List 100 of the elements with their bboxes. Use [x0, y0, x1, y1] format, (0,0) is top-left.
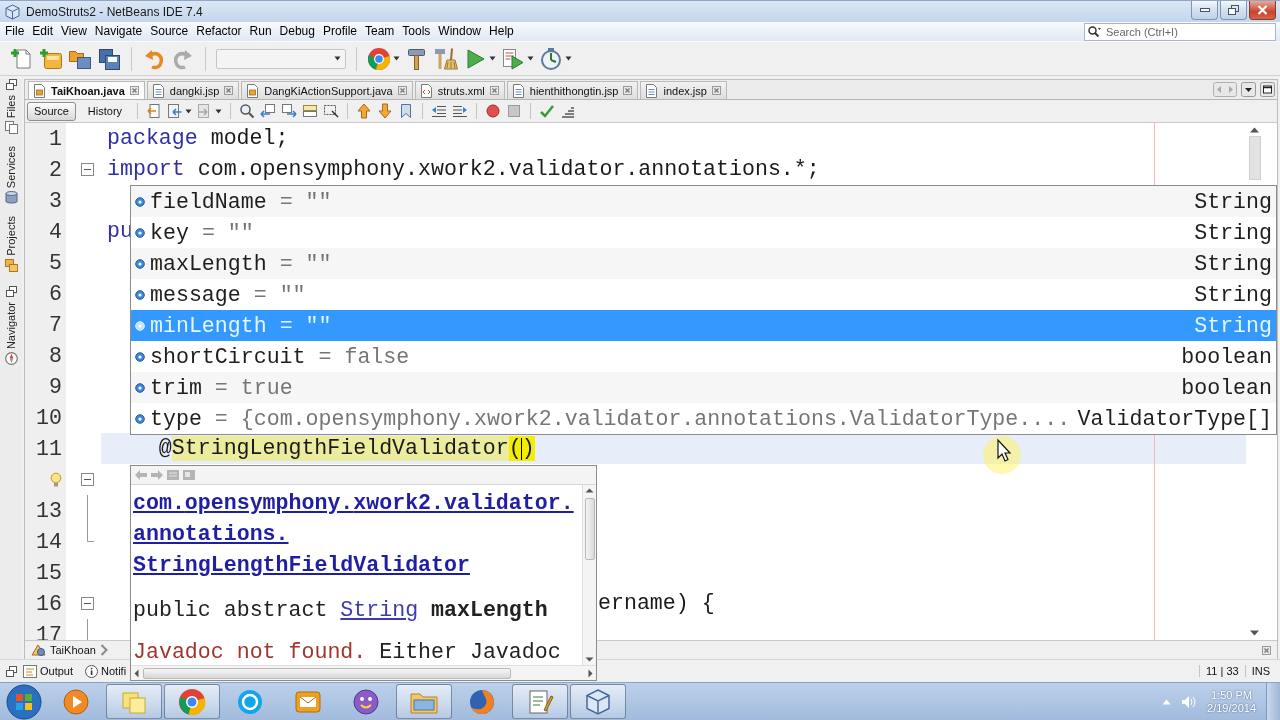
side-panel-tab[interactable]: Services	[4, 146, 18, 205]
menu-item[interactable]: Help	[485, 22, 518, 41]
completion-item[interactable]: trim = true boolean	[131, 372, 1276, 403]
compass-icon[interactable]	[4, 352, 18, 366]
menu-item[interactable]: File	[1, 22, 29, 41]
file-icon	[151, 83, 165, 98]
taskbar-button[interactable]	[106, 684, 162, 719]
view-tab[interactable]: Source	[27, 101, 76, 121]
attribute-type: ValidatorType[]	[1077, 406, 1272, 431]
find-previous-icon[interactable]	[260, 103, 277, 119]
menu-item[interactable]: View	[57, 22, 91, 41]
type-link[interactable]: String	[340, 598, 419, 622]
folders-icon[interactable]	[4, 259, 18, 273]
database-icon[interactable]	[4, 191, 18, 205]
view-tab[interactable]: History	[80, 101, 130, 121]
arrow-up-icon[interactable]	[356, 103, 373, 119]
start-orb-icon[interactable]	[6, 683, 42, 720]
scroll-up-icon[interactable]	[585, 488, 594, 493]
collapse-icon[interactable]	[81, 597, 94, 610]
stopwatch-icon[interactable]	[539, 46, 563, 71]
search-icon[interactable]	[239, 103, 256, 119]
restore-icon[interactable]	[5, 79, 17, 90]
editor-tab[interactable]: TaiKhoan.java	[28, 81, 145, 99]
record-icon[interactable]	[485, 103, 502, 119]
back-icon[interactable]	[167, 103, 184, 119]
menu-item[interactable]: Tools	[398, 22, 435, 41]
code-keyword: package	[107, 126, 198, 151]
box-plus-icon[interactable]	[39, 46, 63, 71]
dropdown-icon[interactable]	[1241, 82, 1256, 97]
editor-tab[interactable]: dangki.jsp	[146, 81, 240, 99]
close-icon[interactable]	[489, 86, 499, 95]
dropdown-caret-icon[interactable]	[215, 108, 223, 114]
close-icon[interactable]	[129, 86, 139, 95]
dropdown-caret-icon[interactable]	[393, 56, 400, 61]
editor-tab[interactable]: struts.xml	[414, 81, 505, 99]
menu-item[interactable]: Navigate	[90, 22, 147, 41]
close-button[interactable]	[1249, 1, 1276, 20]
menu-item[interactable]: Debug	[275, 22, 319, 41]
completion-item[interactable]: maxLength = "" String	[131, 248, 1276, 279]
dropdown-caret-icon[interactable]	[527, 56, 534, 61]
close-icon[interactable]	[397, 86, 407, 95]
side-panel-tab[interactable]: Projects	[4, 216, 18, 273]
text-window-icon	[23, 664, 37, 678]
editor-tab[interactable]: hienthithongtin.jsp	[506, 81, 639, 99]
scroll-up-icon[interactable]	[1249, 127, 1260, 133]
breadcrumb-item[interactable]: TaiKhoan	[50, 644, 96, 656]
dropdown-caret-icon[interactable]	[565, 56, 572, 61]
restore-button[interactable]	[1220, 1, 1247, 20]
menu-item[interactable]: Profile	[319, 22, 361, 41]
arrow-down-icon[interactable]	[377, 103, 394, 119]
save-all-icon[interactable]	[97, 46, 121, 71]
editor-tab[interactable]: DangKiActionSupport.java	[241, 81, 413, 99]
find-next-icon[interactable]	[281, 103, 298, 119]
scroll-down-icon[interactable]	[585, 657, 594, 662]
collapse-icon[interactable]	[81, 473, 94, 486]
taskbar-button[interactable]	[396, 684, 452, 719]
shift-left-icon[interactable]	[431, 103, 448, 119]
scroll-down-icon[interactable]	[1249, 630, 1260, 636]
hammer-broom-icon[interactable]	[434, 46, 458, 71]
close-icon[interactable]	[224, 86, 234, 95]
menu-item[interactable]: Edit	[28, 22, 58, 41]
completion-item[interactable]: fieldName = "" String	[131, 186, 1276, 217]
output-window-tab[interactable]: Notifi	[85, 664, 127, 678]
output-window-tab[interactable]: Output	[23, 664, 74, 678]
editor-tab[interactable]: index.jsp	[640, 81, 727, 99]
menu-item[interactable]: Run	[245, 22, 276, 41]
shift-right-icon[interactable]	[452, 103, 469, 119]
pages-icon[interactable]	[4, 121, 18, 135]
side-panel-tab[interactable]: Navigator	[4, 302, 18, 366]
scrollbar-thumb[interactable]	[1249, 136, 1261, 180]
scroll-right-icon[interactable]	[588, 668, 593, 678]
collapse-icon[interactable]	[81, 163, 94, 176]
close-icon[interactable]	[623, 86, 633, 95]
menu-item[interactable]: Window	[434, 22, 486, 41]
stop-icon[interactable]	[506, 103, 523, 119]
attribute-name: trim	[150, 375, 202, 400]
scroll-left-icon[interactable]	[134, 668, 139, 678]
page-play-icon[interactable]	[501, 46, 525, 71]
menu-item[interactable]: Refactor	[192, 22, 246, 41]
restore-icon[interactable]	[5, 286, 17, 298]
scrollbar-thumb[interactable]	[143, 667, 511, 679]
restore-icon[interactable]	[6, 665, 17, 677]
taskbar-button[interactable]	[570, 684, 626, 719]
maximize-icon[interactable]	[1260, 82, 1275, 97]
taskbar-button[interactable]	[164, 684, 220, 719]
new-file-icon[interactable]	[10, 46, 34, 71]
dropdown-caret-icon[interactable]	[185, 108, 193, 114]
taskbar-button[interactable]	[512, 684, 568, 719]
browser-icon[interactable]	[367, 46, 391, 71]
selection-icon[interactable]	[323, 103, 340, 119]
side-panel-tab[interactable]: Files	[4, 95, 18, 135]
checkmark-icon[interactable]	[539, 103, 556, 119]
dropdown-caret-icon[interactable]	[489, 56, 496, 61]
close-icon[interactable]	[1262, 645, 1271, 655]
close-icon[interactable]	[711, 86, 721, 95]
minimize-button[interactable]	[1191, 1, 1218, 20]
highlight-icon[interactable]	[302, 103, 319, 119]
menu-item[interactable]: Team	[361, 22, 399, 41]
menu-item[interactable]: Source	[146, 22, 193, 41]
search-field[interactable]: Search (Ctrl+I)	[1084, 22, 1276, 41]
